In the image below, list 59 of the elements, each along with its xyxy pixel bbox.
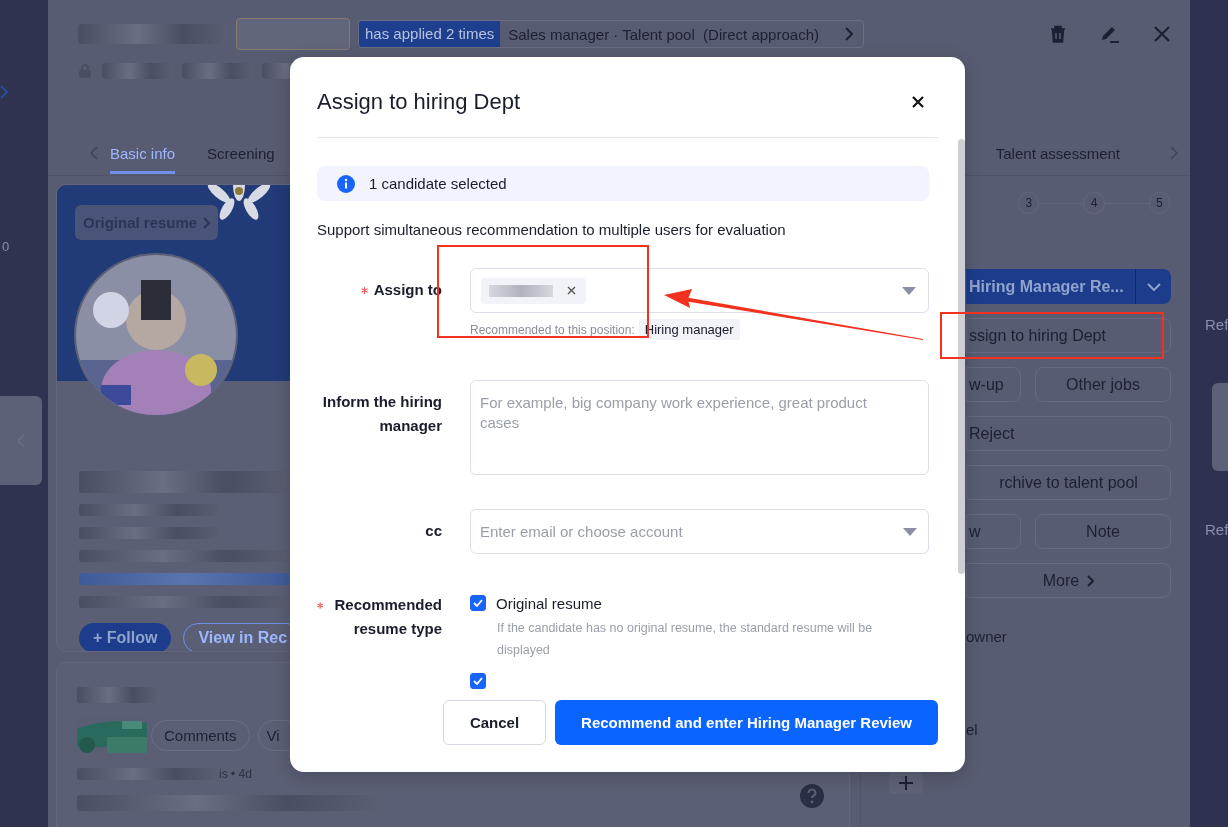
more-button[interactable]: More	[966, 563, 1171, 598]
help-icon[interactable]	[799, 783, 825, 809]
info-icon	[337, 174, 355, 193]
checkbox[interactable]	[470, 673, 486, 689]
checkbox[interactable]	[470, 595, 486, 611]
chevron-right-icon[interactable]	[1170, 146, 1178, 160]
dropdown-caret-icon	[903, 528, 917, 536]
option-hint: If the candidate has no original resume, the standard resume will be displayed	[497, 620, 874, 659]
field-label: el	[966, 721, 979, 738]
field-label: cc	[425, 521, 442, 541]
tab[interactable]: Basic info	[110, 132, 176, 174]
redacted-text	[489, 284, 553, 297]
trash-icon[interactable]	[1050, 25, 1066, 43]
follow-button[interactable]: + Follow	[79, 623, 172, 651]
scrollbar[interactable]	[958, 139, 965, 574]
action-button[interactable]: Other jobs	[1035, 367, 1171, 402]
dropdown-button[interactable]	[1135, 269, 1171, 304]
nav-label: 0	[2, 239, 11, 254]
tab[interactable]: Talent assessment	[995, 132, 1120, 174]
edit-icon[interactable]	[1100, 25, 1120, 43]
remove-icon[interactable]	[567, 286, 576, 295]
cc-select[interactable]: Enter email or choose account	[470, 509, 929, 554]
option-label: Original resume	[496, 594, 602, 612]
field-label: Inform the hiring manager	[321, 392, 442, 436]
action-button[interactable]: rchive to talent pool	[966, 465, 1171, 500]
action-button[interactable]: w	[966, 514, 1021, 549]
description-text: Support simultaneous recommendation to multiple users for evaluation	[317, 221, 787, 238]
message-field[interactable]: For example, big company work experience, great product cases	[470, 380, 929, 475]
checkmark-icon	[473, 599, 483, 607]
chevron-right-icon[interactable]	[0, 85, 8, 99]
hint-text: Recommended to this position:	[470, 322, 635, 337]
action-button[interactable]: Note	[1035, 514, 1171, 549]
add-button[interactable]	[889, 772, 923, 794]
close-icon[interactable]	[912, 96, 924, 108]
chevron-left-icon[interactable]	[90, 146, 98, 160]
cancel-button[interactable]: Cancel	[442, 700, 547, 745]
position-label: Sales manager · Talent pool (Direct approach)	[508, 25, 819, 43]
action-button[interactable]: Reject	[966, 416, 1171, 451]
recommend-button[interactable]: Recommend and enter Hiring Manager Review	[555, 700, 938, 745]
position-selector[interactable]: has applied 2 times Sales manager · Talent pool (Direct approach)	[358, 20, 864, 48]
checkmark-icon	[473, 677, 483, 685]
chevron-right-icon	[1087, 574, 1095, 587]
applied-tag: has applied 2 times	[359, 21, 501, 47]
chevron-right-icon	[203, 216, 211, 229]
dropdown-caret-icon	[902, 286, 916, 295]
field-label: owner	[966, 628, 1008, 645]
tab[interactable]: Screening	[207, 132, 275, 174]
side-label: Ref	[1205, 316, 1228, 333]
chevron-right-icon	[844, 27, 853, 41]
plus-icon	[899, 776, 913, 790]
action-button[interactable]: ssign to hiring Dept	[966, 318, 1171, 353]
dialog-title: Assign to hiring Dept	[317, 89, 520, 115]
stage-button[interactable]: Hiring Manager Re...	[966, 269, 1135, 304]
chevron-down-icon	[1146, 282, 1161, 291]
flower-drawing	[207, 185, 271, 223]
field-label: Recommended resume type	[333, 595, 442, 639]
side-label: Ref	[1205, 521, 1228, 538]
info-text: 1 candidate selected	[369, 175, 507, 192]
action-button[interactable]: w-up	[966, 367, 1021, 402]
